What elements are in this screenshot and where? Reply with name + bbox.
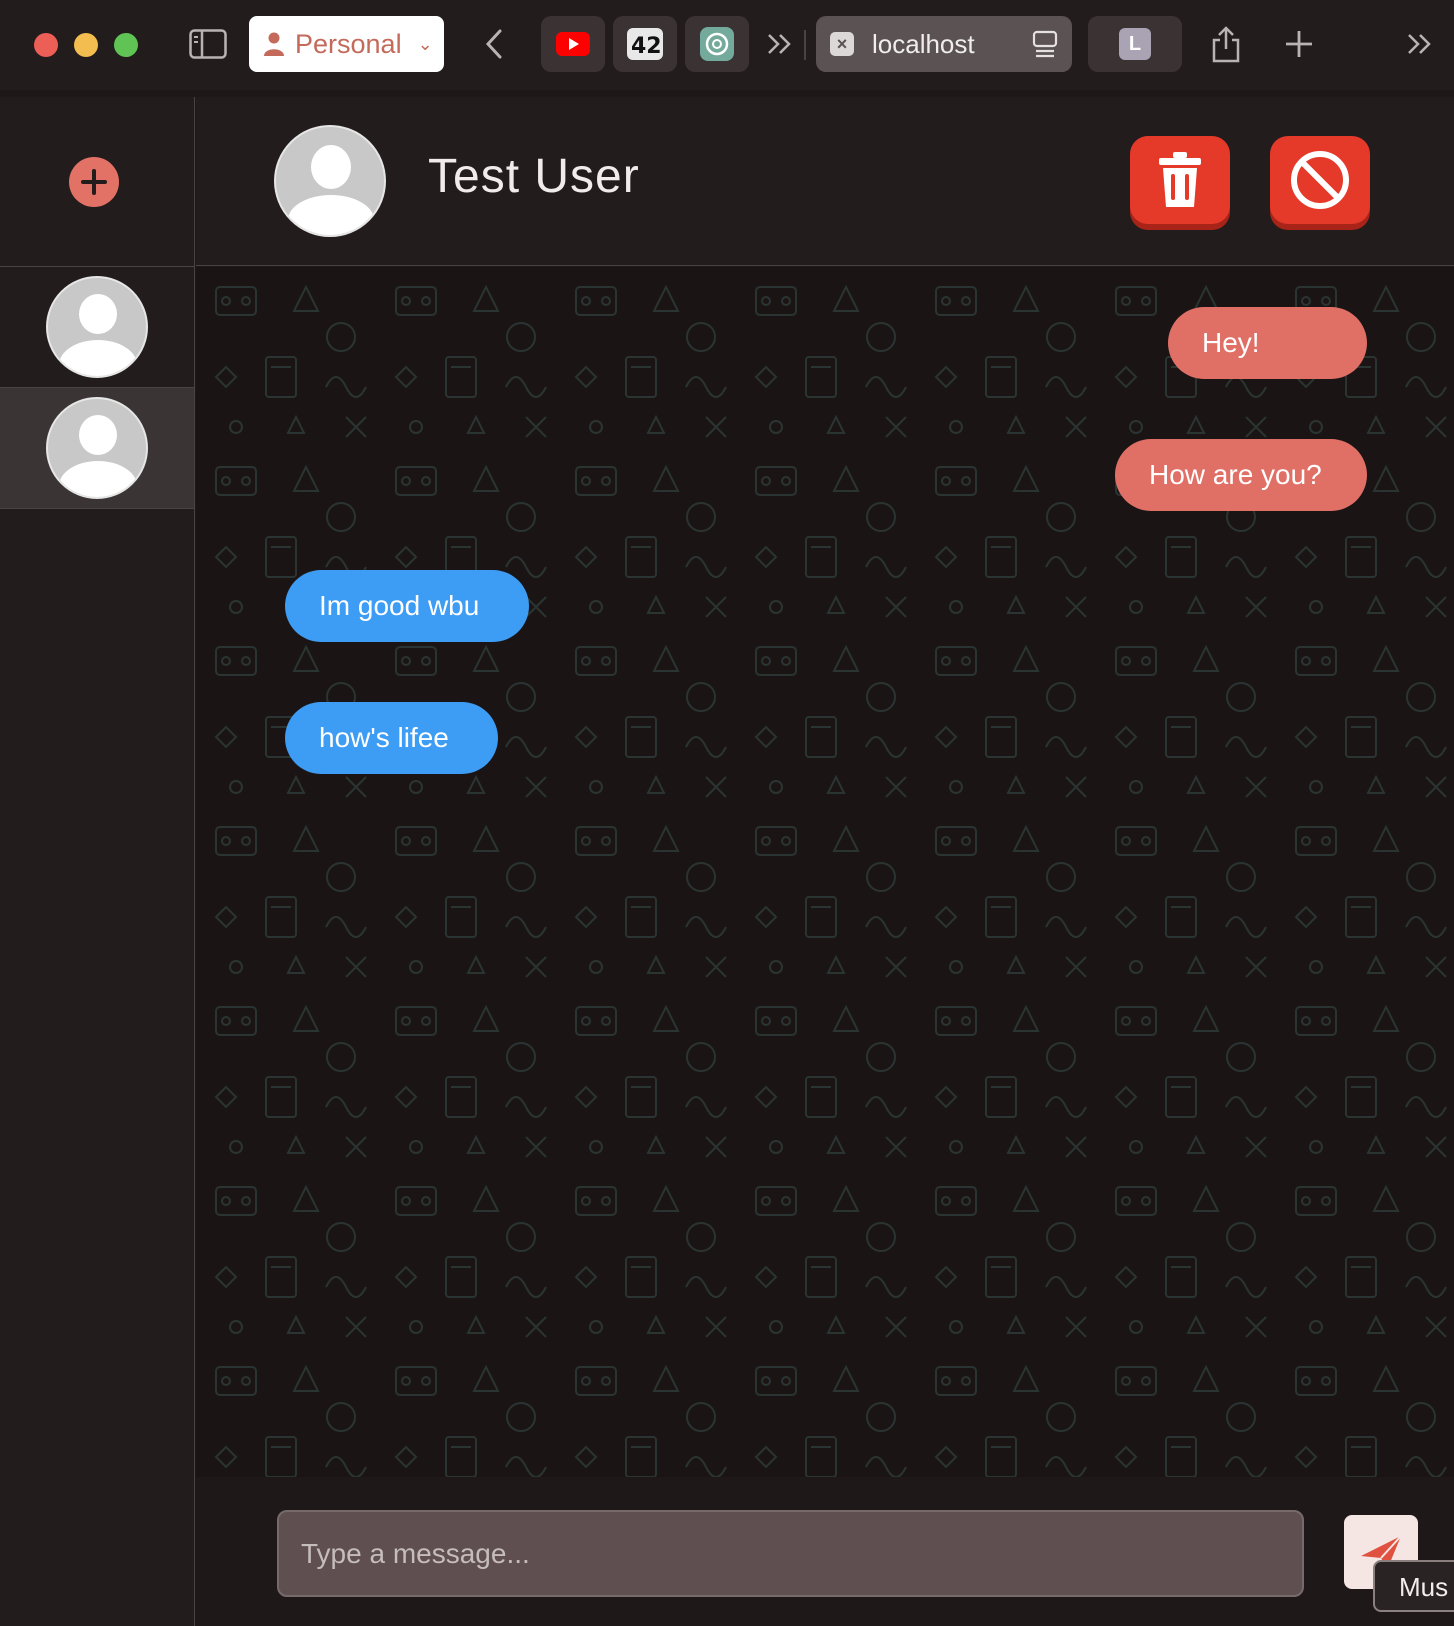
minimize-window-button[interactable]	[74, 33, 98, 57]
message-list: Hey! How are you? Im good wbu how's life…	[196, 267, 1454, 1477]
new-tab-icon[interactable]	[1279, 24, 1319, 64]
tab-divider	[804, 30, 806, 60]
message-input[interactable]	[277, 1510, 1304, 1597]
avatar	[46, 397, 148, 499]
chevron-down-icon: ⌄	[417, 33, 433, 54]
tab-chatgpt[interactable]	[685, 16, 749, 72]
contact-item[interactable]	[0, 267, 194, 388]
new-chat-button[interactable]	[69, 157, 119, 207]
tab-localhost[interactable]: × localhost	[816, 16, 1072, 72]
tab-title: localhost	[872, 28, 975, 59]
delete-chat-button[interactable]	[1130, 136, 1230, 224]
contact-avatar	[274, 125, 386, 237]
trash-icon	[1159, 152, 1201, 207]
conversation-sidebar	[0, 97, 195, 1626]
contact-item-active[interactable]	[0, 388, 194, 509]
browser-toolbar: Personal ⌄ 42 × localhost L	[0, 0, 1454, 90]
back-arrow-icon[interactable]	[474, 24, 514, 64]
tab-overflow-icon[interactable]	[1400, 24, 1440, 64]
tab-l[interactable]: L	[1088, 16, 1182, 72]
message-bubble-sent: Hey!	[1168, 307, 1367, 379]
double-chevron-icon[interactable]	[760, 24, 800, 64]
person-icon	[264, 32, 284, 56]
youtube-icon	[556, 32, 590, 56]
tab-42[interactable]: 42	[613, 16, 677, 72]
reader-mode-icon[interactable]	[1032, 30, 1058, 58]
tooltip: Mus	[1373, 1560, 1454, 1612]
sidebar-header	[0, 97, 194, 267]
tab-youtube[interactable]	[541, 16, 605, 72]
message-bubble-sent: How are you?	[1115, 439, 1367, 511]
close-window-button[interactable]	[34, 33, 58, 57]
message-composer: Mus	[196, 1477, 1454, 1626]
block-icon	[1291, 151, 1349, 209]
share-icon[interactable]	[1206, 24, 1246, 64]
message-bubble-received: Im good wbu	[285, 570, 529, 642]
plus-icon	[81, 169, 107, 195]
profile-switcher[interactable]: Personal ⌄	[249, 16, 444, 72]
sidebar-toggle-icon[interactable]	[188, 24, 228, 64]
42-logo-icon: 42	[627, 28, 663, 60]
message-bubble-received: how's lifee	[285, 702, 498, 774]
l-tab-icon: L	[1119, 28, 1151, 60]
chat-header: Test User	[196, 97, 1454, 266]
svg-text:42: 42	[631, 34, 662, 59]
profile-label: Personal	[295, 28, 402, 59]
close-tab-icon[interactable]: ×	[830, 32, 854, 56]
chatgpt-icon	[700, 27, 734, 61]
contact-name: Test User	[428, 150, 640, 203]
maximize-window-button[interactable]	[114, 33, 138, 57]
avatar	[46, 276, 148, 378]
block-user-button[interactable]	[1270, 136, 1370, 224]
